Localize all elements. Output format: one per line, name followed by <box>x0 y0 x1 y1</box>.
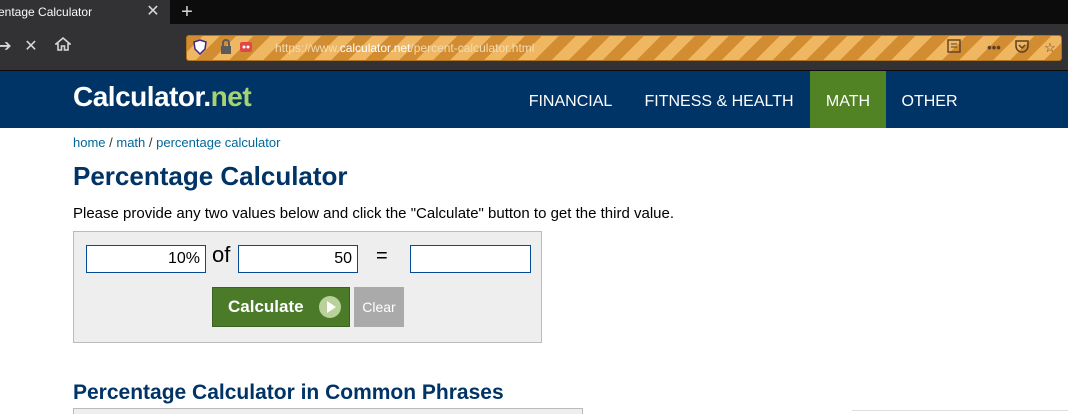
play-icon <box>319 296 341 318</box>
forward-icon[interactable]: ➔ <box>0 36 16 58</box>
nav-math[interactable]: MATH <box>810 71 886 128</box>
pocket-icon[interactable] <box>1013 39 1031 57</box>
close-tab-icon[interactable]: ✕ <box>145 0 161 24</box>
url-host: calculator.net <box>339 41 411 55</box>
site-logo[interactable]: Calculator.net <box>73 81 252 113</box>
nav-other[interactable]: OTHER <box>893 71 966 128</box>
logo-main-text: Calculator. <box>73 81 211 112</box>
page-description: Please provide any two values below and … <box>73 205 675 222</box>
equals-label: = <box>376 245 388 267</box>
new-tab-button[interactable]: + <box>176 0 198 24</box>
url-path: /percent-calculator.html <box>410 41 535 55</box>
calculator-form: 10% of 50 = Calculate Clear <box>73 231 542 343</box>
browser-tab[interactable]: entage Calculator ✕ <box>0 0 170 24</box>
stop-loading-icon[interactable]: ✕ <box>20 36 42 58</box>
percent-value: 10 <box>167 250 186 267</box>
breadcrumb-current-link[interactable]: percentage calculator <box>156 135 280 150</box>
breadcrumb-separator: / <box>105 135 117 150</box>
percent-sign: % <box>185 250 200 267</box>
calculate-label: Calculate <box>228 297 304 316</box>
nav-financial[interactable]: FINANCIAL <box>517 71 624 128</box>
page-title: Percentage Calculator <box>73 161 348 191</box>
phrases-calculator-box <box>73 408 583 414</box>
result-input[interactable] <box>410 245 531 273</box>
calculate-button[interactable]: Calculate <box>212 287 350 327</box>
logo-net-text: net <box>210 81 252 112</box>
breadcrumb: home / math / percentage calculator <box>73 135 280 150</box>
browser-tab-bar: entage Calculator ✕ + <box>0 0 1068 24</box>
base-value-input[interactable]: 50 <box>238 245 358 273</box>
breadcrumb-separator: / <box>145 135 157 150</box>
breadcrumb-math-link[interactable]: math <box>116 135 145 150</box>
home-icon[interactable] <box>52 36 74 58</box>
address-bar[interactable]: https://www.calculator.net/percent-calcu… <box>186 35 1062 61</box>
page-actions-icon[interactable]: ••• <box>985 39 1003 57</box>
section-title: Percentage Calculator in Common Phrases <box>73 381 504 404</box>
reader-view-icon[interactable] <box>944 39 964 57</box>
divider <box>852 410 1068 415</box>
tab-title: entage Calculator <box>0 5 93 19</box>
nav-fitness-health[interactable]: FITNESS & HEALTH <box>634 71 804 128</box>
shield-icon[interactable] <box>191 39 209 57</box>
of-label: of <box>212 242 231 267</box>
url-text[interactable]: https://www.calculator.net/percent-calcu… <box>275 36 534 60</box>
autoplay-blocked-icon[interactable] <box>237 39 255 57</box>
percent-input[interactable]: 10% <box>86 245 206 273</box>
clear-button[interactable]: Clear <box>354 287 404 327</box>
lock-warning-icon[interactable] <box>217 39 235 57</box>
bookmark-star-icon[interactable]: ☆ <box>1041 39 1059 57</box>
site-header: Calculator.net FINANCIAL FITNESS & HEALT… <box>0 71 1068 128</box>
breadcrumb-home-link[interactable]: home <box>73 135 106 150</box>
url-scheme: https://www. <box>275 41 340 55</box>
